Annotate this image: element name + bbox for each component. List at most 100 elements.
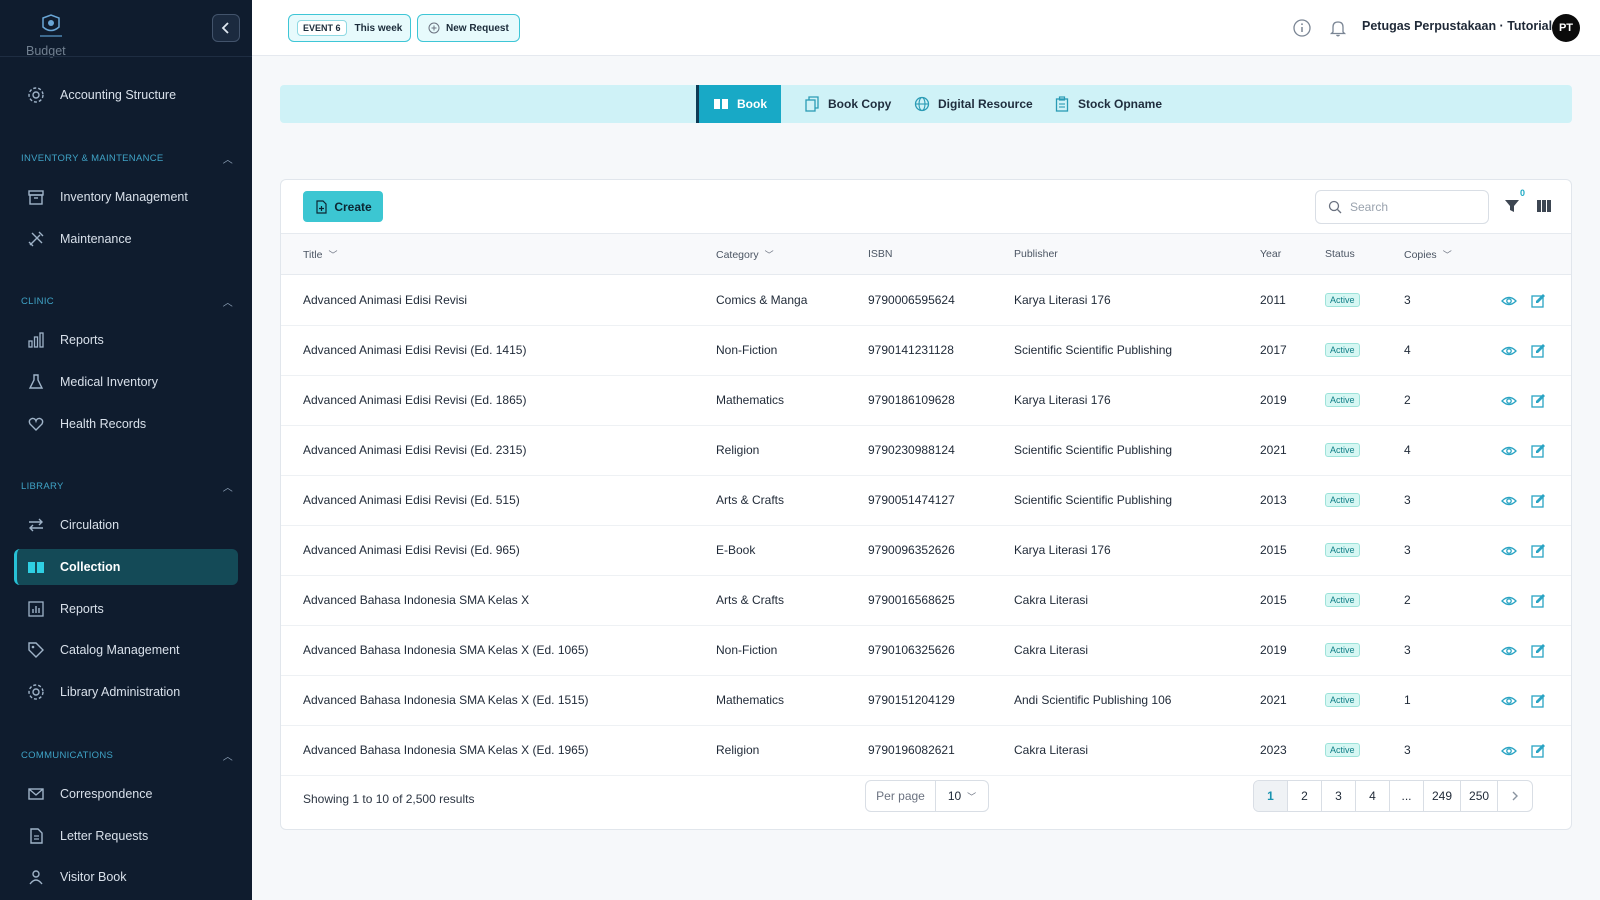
section-communications[interactable]: COMMUNICATIONS ︿	[21, 747, 233, 763]
sidebar-item-collection[interactable]: Collection	[14, 549, 238, 585]
sidebar-item-circulation[interactable]: Circulation	[14, 507, 238, 543]
edit-icon[interactable]	[1530, 343, 1546, 359]
eye-icon[interactable]	[1501, 643, 1517, 659]
collapse-sidebar-button[interactable]	[212, 14, 240, 42]
edit-icon[interactable]	[1530, 393, 1546, 409]
per-page-select[interactable]: Per page 10 ﹀	[865, 780, 989, 812]
table-row[interactable]: Advanced Animasi Edisi Revisi (Ed. 1415)…	[281, 326, 1571, 376]
status-badge: Active	[1325, 493, 1360, 507]
sidebar-divider	[0, 56, 252, 57]
chevron-down-icon: ﹀	[328, 250, 338, 260]
table-row[interactable]: Advanced Animasi Edisi Revisi Comics & Ma…	[281, 276, 1571, 326]
table-row[interactable]: Advanced Animasi Edisi Revisi (Ed. 1865)…	[281, 376, 1571, 426]
school-crest-logo[interactable]	[34, 14, 68, 40]
sidebar-item-library-administration[interactable]: Library Administration	[14, 674, 238, 710]
edit-icon[interactable]	[1530, 693, 1546, 709]
cell-category: Religion	[716, 443, 760, 457]
section-inventory-maintenance[interactable]: INVENTORY & MAINTENANCE ︿	[21, 150, 233, 166]
table-row[interactable]: Advanced Animasi Edisi Revisi (Ed. 515) A…	[281, 476, 1571, 526]
table-row[interactable]: Advanced Bahasa Indonesia SMA Kelas X Art…	[281, 576, 1571, 626]
sidebar-item-letter-requests[interactable]: Letter Requests	[14, 818, 238, 854]
page-button[interactable]: 3	[1322, 781, 1356, 811]
page-button[interactable]: 249	[1424, 781, 1462, 811]
collection-tabs: Book Book Copy Digital Resource Stock Op…	[280, 85, 1572, 123]
table-row[interactable]: Advanced Animasi Edisi Revisi (Ed. 2315)…	[281, 426, 1571, 476]
cell-copies: 4	[1404, 343, 1411, 357]
header-title[interactable]: Title ﹀	[303, 248, 337, 261]
tab-digital-resource[interactable]: Digital Resource	[900, 85, 1047, 123]
cell-isbn: 9790196082621	[868, 743, 955, 757]
eye-icon[interactable]	[1501, 343, 1517, 359]
edit-icon[interactable]	[1530, 443, 1546, 459]
page-button[interactable]: 1	[1254, 781, 1288, 811]
info-icon[interactable]	[1292, 18, 1312, 38]
section-clinic[interactable]: CLINIC ︿	[21, 293, 233, 309]
cell-copies: 4	[1404, 443, 1411, 457]
eye-icon[interactable]	[1501, 293, 1517, 309]
create-button[interactable]: Create	[303, 191, 383, 222]
tab-label: Book Copy	[828, 97, 892, 111]
edit-icon[interactable]	[1530, 743, 1546, 759]
tab-stock-opname[interactable]: Stock Opname	[1040, 85, 1176, 123]
section-library[interactable]: LIBRARY ︿	[21, 478, 233, 494]
table-row[interactable]: Advanced Bahasa Indonesia SMA Kelas X (E…	[281, 676, 1571, 726]
cell-publisher: Andi Scientific Publishing 106	[1014, 693, 1172, 707]
eye-icon[interactable]	[1501, 743, 1517, 759]
heart-icon	[26, 414, 46, 434]
sidebar-item-catalog-management[interactable]: Catalog Management	[14, 632, 238, 668]
table-row[interactable]: Advanced Bahasa Indonesia SMA Kelas X (E…	[281, 726, 1571, 776]
open-book-icon	[713, 96, 729, 112]
edit-icon[interactable]	[1530, 293, 1546, 309]
eye-icon[interactable]	[1501, 493, 1517, 509]
header-category[interactable]: Category ﹀	[716, 248, 774, 261]
filter-icon[interactable]	[1503, 197, 1521, 215]
edit-icon[interactable]	[1530, 643, 1546, 659]
cell-isbn: 9790051474127	[868, 493, 955, 507]
eye-icon[interactable]	[1501, 693, 1517, 709]
eye-icon[interactable]	[1501, 443, 1517, 459]
page-button[interactable]: 2	[1288, 781, 1322, 811]
cell-copies: 3	[1404, 493, 1411, 507]
new-request-button[interactable]: New Request	[417, 14, 520, 42]
avatar[interactable]: PT	[1552, 14, 1580, 42]
status-badge: Active	[1325, 693, 1360, 707]
page-button[interactable]: 4	[1356, 781, 1390, 811]
sidebar-item-medical-inventory[interactable]: Medical Inventory	[14, 364, 238, 400]
event-tag: EVENT 6	[297, 20, 347, 36]
user-name[interactable]: Petugas Perpustakaan · Tutorial	[1362, 19, 1552, 33]
table-header: Title ﹀ Category ﹀ ISBN Publisher Year Sta…	[281, 233, 1571, 275]
cell-isbn: 9790186109628	[868, 393, 955, 407]
event-week-button[interactable]: EVENT 6 This week	[288, 14, 412, 42]
sidebar-item-library-reports[interactable]: Reports	[14, 591, 238, 627]
tools-icon	[26, 229, 46, 249]
sidebar-item-visitor-book[interactable]: Visitor Book	[14, 859, 238, 895]
eye-icon[interactable]	[1501, 543, 1517, 559]
sidebar-item-label: Correspondence	[60, 787, 153, 801]
tab-book-copy[interactable]: Book Copy	[790, 85, 905, 123]
edit-icon[interactable]	[1530, 543, 1546, 559]
sidebar-item-maintenance[interactable]: Maintenance	[14, 221, 238, 257]
sidebar-item-correspondence[interactable]: Correspondence	[14, 776, 238, 812]
eye-icon[interactable]	[1501, 593, 1517, 609]
page-button[interactable]: 250	[1461, 781, 1499, 811]
sidebar-item-label: Library Administration	[60, 685, 181, 699]
gear-icon	[26, 682, 46, 702]
table-row[interactable]: Advanced Animasi Edisi Revisi (Ed. 965) E…	[281, 526, 1571, 576]
tab-book[interactable]: Book	[696, 85, 781, 123]
search-input[interactable]: Search	[1315, 190, 1489, 224]
edit-icon[interactable]	[1530, 493, 1546, 509]
next-page-button[interactable]	[1498, 781, 1532, 811]
document-icon	[26, 826, 46, 846]
columns-icon[interactable]	[1535, 197, 1553, 215]
table-row[interactable]: Advanced Bahasa Indonesia SMA Kelas X (E…	[281, 626, 1571, 676]
chevron-up-icon: ︿	[222, 154, 233, 166]
edit-icon[interactable]	[1530, 593, 1546, 609]
sidebar-item-accounting-structure[interactable]: Accounting Structure	[14, 77, 238, 113]
header-copies[interactable]: Copies ﹀	[1404, 248, 1452, 261]
sidebar-item-inventory-management[interactable]: Inventory Management	[14, 179, 238, 215]
eye-icon[interactable]	[1501, 393, 1517, 409]
cell-copies: 3	[1404, 643, 1411, 657]
sidebar-item-health-records[interactable]: Health Records	[14, 406, 238, 442]
bell-icon[interactable]	[1328, 18, 1348, 38]
sidebar-item-clinic-reports[interactable]: Reports	[14, 322, 238, 358]
